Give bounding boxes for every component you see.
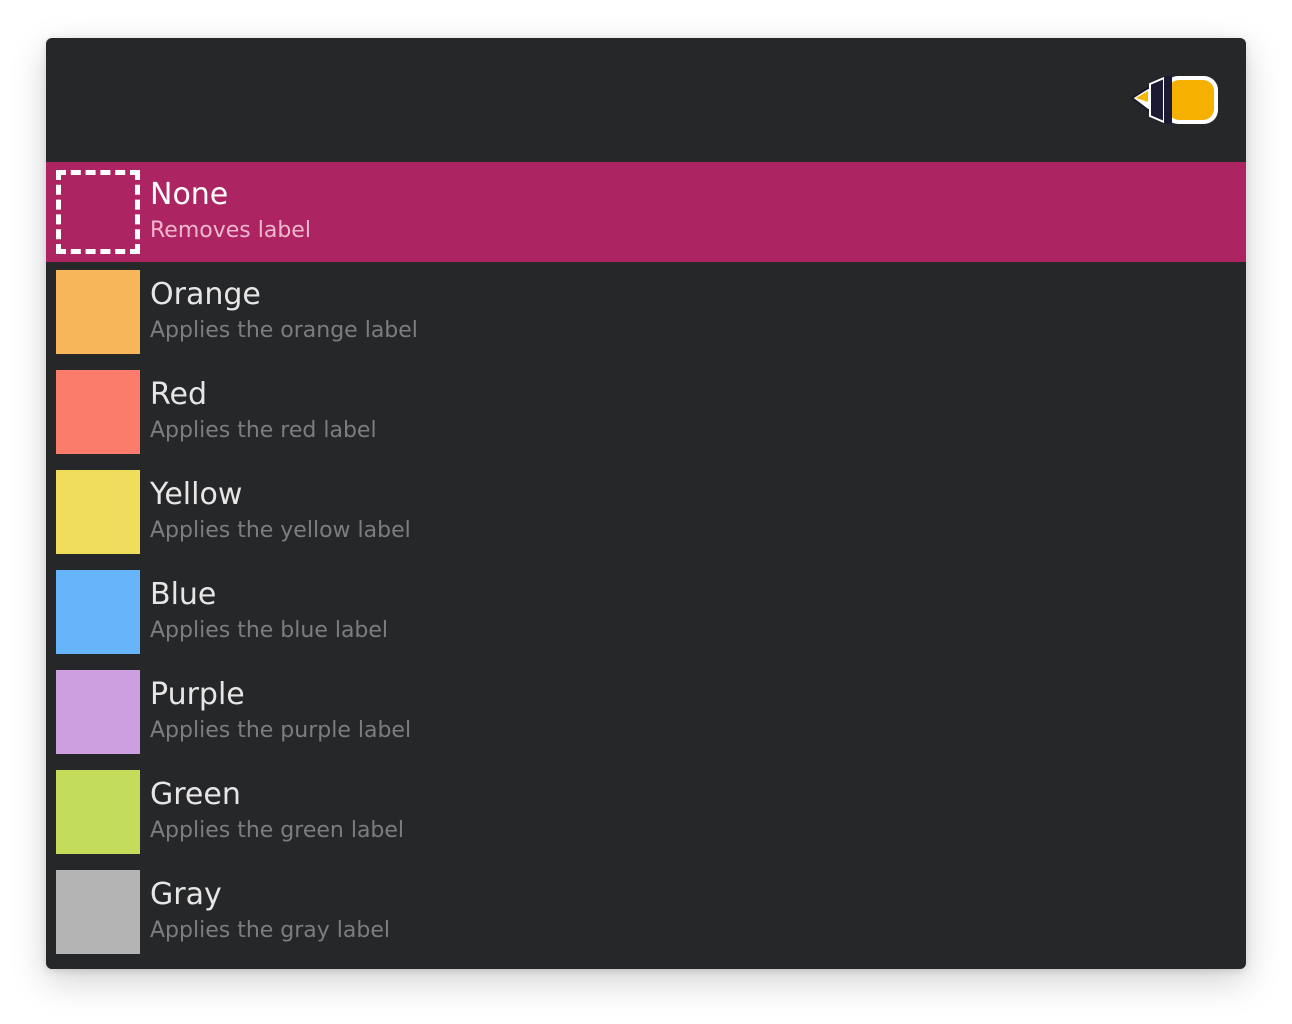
label-option-gray[interactable]: Gray Applies the gray label (46, 862, 1246, 962)
highlighter-marker-icon (1130, 74, 1220, 126)
label-option-purple[interactable]: Purple Applies the purple label (46, 662, 1246, 762)
label-option-description: Removes label (150, 218, 311, 243)
label-option-description: Applies the blue label (150, 618, 389, 643)
color-swatch (56, 670, 140, 754)
label-option-title: Gray (150, 877, 222, 912)
label-option-title: Green (150, 777, 241, 812)
color-swatch (56, 870, 140, 954)
label-option-description: Applies the red label (150, 418, 377, 443)
label-option-green[interactable]: Green Applies the green label (46, 762, 1246, 862)
label-option-title: Purple (150, 677, 245, 712)
window-header (46, 38, 1246, 162)
color-swatch (56, 570, 140, 654)
no-label-swatch (56, 170, 140, 254)
label-option-description: Applies the gray label (150, 918, 391, 943)
label-option-description: Applies the orange label (150, 318, 418, 343)
label-option-title: Red (150, 377, 207, 412)
label-option-description: Applies the green label (150, 818, 405, 843)
label-option-none[interactable]: None Removes label (46, 162, 1246, 262)
label-option-title: None (150, 177, 229, 212)
label-option-blue[interactable]: Blue Applies the blue label (46, 562, 1246, 662)
label-option-red[interactable]: Red Applies the red label (46, 362, 1246, 462)
label-picker-window: None Removes label Orange Applies the orang… (46, 38, 1246, 969)
color-swatch (56, 470, 140, 554)
label-option-title: Blue (150, 577, 217, 612)
color-swatch (56, 770, 140, 854)
label-option-yellow[interactable]: Yellow Applies the yellow label (46, 462, 1246, 562)
label-option-title: Orange (150, 277, 261, 312)
label-option-orange[interactable]: Orange Applies the orange label (46, 262, 1246, 362)
label-option-title: Yellow (150, 477, 243, 512)
label-list: None Removes label Orange Applies the orang… (46, 162, 1246, 962)
color-swatch (56, 270, 140, 354)
label-option-description: Applies the yellow label (150, 518, 411, 543)
color-swatch (56, 370, 140, 454)
label-option-description: Applies the purple label (150, 718, 412, 743)
